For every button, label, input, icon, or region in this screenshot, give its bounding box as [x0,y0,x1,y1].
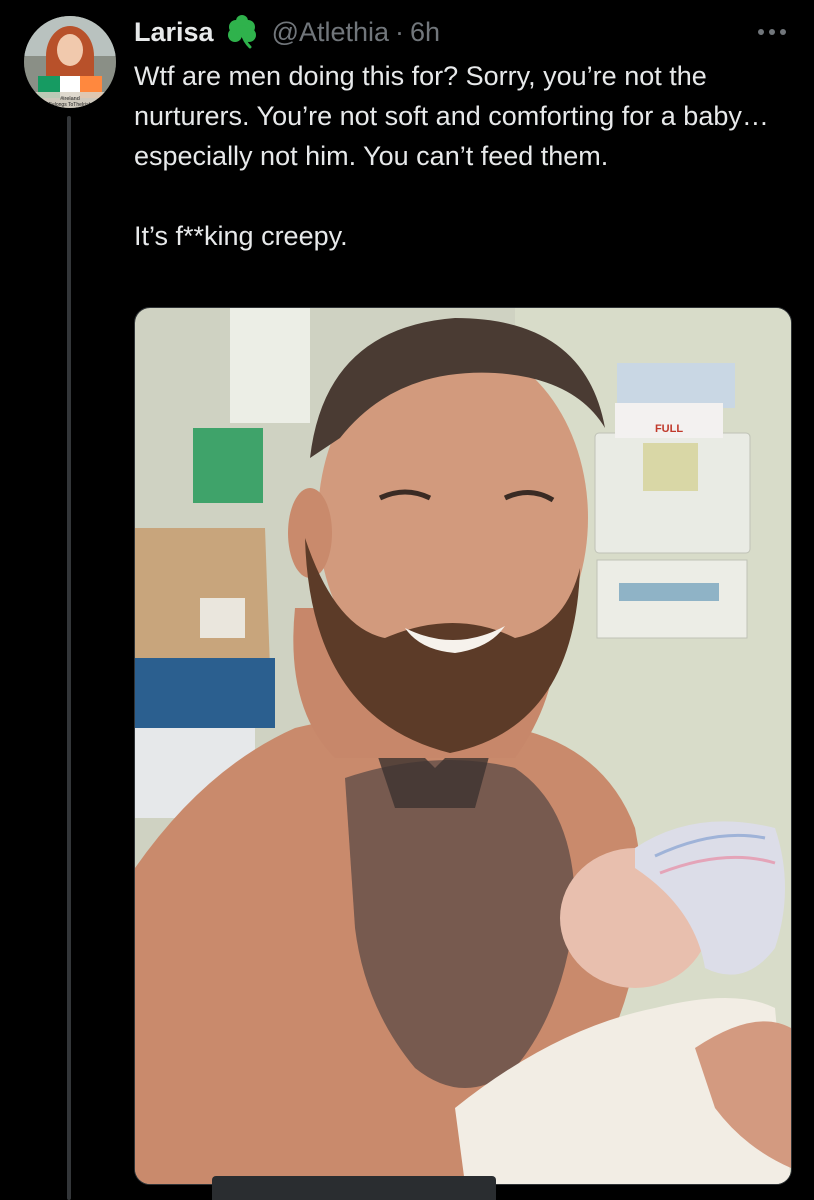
header-separator: · [395,16,405,47]
avatar-caption-line2: Belongs ToTheIrish [49,102,92,108]
photo-man-holding-newborn: FULL [135,308,791,1184]
tweet-text: Wtf are men doing this for? Sorry, you’r… [134,56,794,256]
shamrock-icon [222,15,262,49]
next-tweet-peek [212,1176,496,1200]
tweet-text-paragraph-1: Wtf are men doing this for? Sorry, you’r… [134,61,769,171]
more-options-button[interactable] [752,20,792,44]
sign-full-label: FULL [655,423,683,435]
thread-line [67,116,71,1200]
author-avatar[interactable]: #ireland Belongs ToTheIrish [24,16,116,108]
author-handle[interactable]: @Atlethia [272,17,389,48]
author-display-name[interactable]: Larisa [134,17,214,48]
more-horizontal-icon [758,29,786,35]
tweet-photo[interactable]: FULL [134,307,792,1185]
tweet[interactable]: #ireland Belongs ToTheIrish Larisa @Atle… [0,0,814,1200]
avatar-image: #ireland Belongs ToTheIrish [24,16,116,108]
tweet-text-paragraph-2: It’s f**king creepy. [134,221,348,251]
tweet-timestamp[interactable]: 6h [410,17,440,48]
tweet-header: Larisa @Atlethia · 6h [134,14,440,50]
